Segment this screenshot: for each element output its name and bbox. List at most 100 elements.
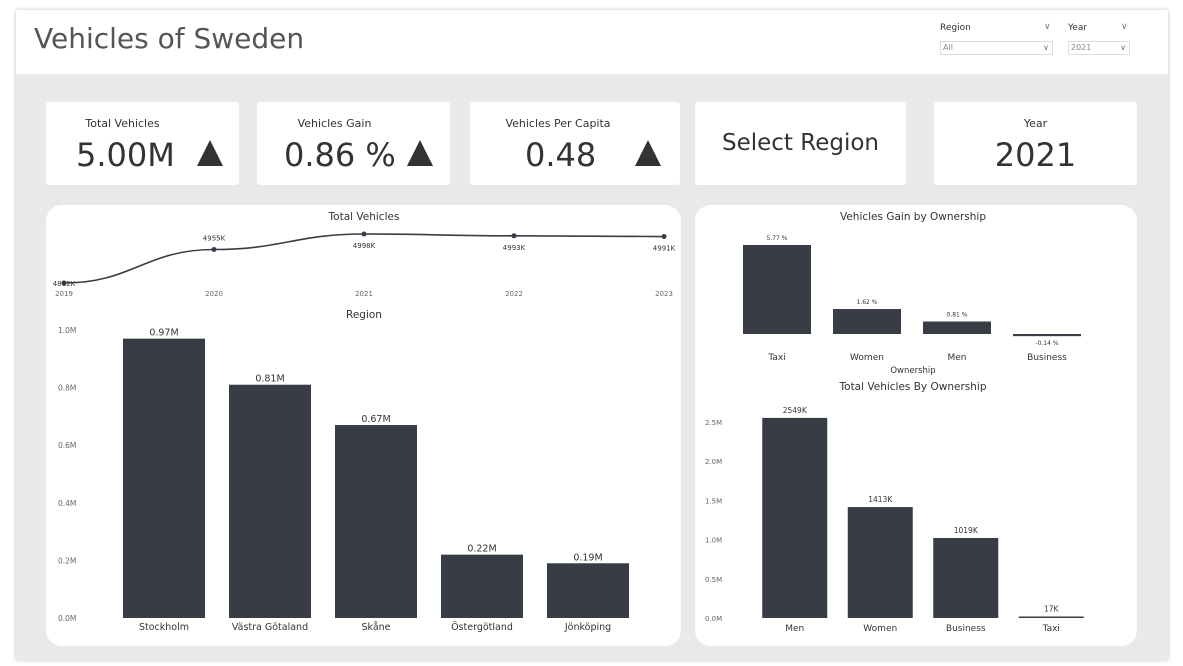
total-vehicles-card: Total Vehicles 5.00M bbox=[46, 102, 239, 185]
ownership-bar[interactable] bbox=[1018, 616, 1084, 619]
region-dropdown-value: All bbox=[943, 43, 953, 52]
region-y-tick: 0.2M bbox=[58, 556, 76, 565]
line-point[interactable] bbox=[511, 233, 517, 239]
ownership-y-tick: 2.0M bbox=[705, 458, 722, 466]
gain-bar[interactable] bbox=[1013, 334, 1081, 337]
region-bar[interactable] bbox=[335, 425, 417, 618]
region-y-tick: 0.4M bbox=[58, 499, 76, 508]
left-charts-svg: Total Vehicles 4862K 2019 4955K 2020 4998K 20… bbox=[53, 211, 676, 633]
gain-bar[interactable] bbox=[833, 309, 901, 334]
region-bar[interactable] bbox=[229, 384, 311, 618]
card-value: 2021 bbox=[994, 136, 1077, 174]
select-region-card: Select Region bbox=[695, 102, 906, 185]
line-data-label: 4991K bbox=[653, 245, 676, 253]
line-x-tick: 2020 bbox=[205, 290, 223, 298]
card-title: Year bbox=[1023, 117, 1048, 130]
chevron-down-icon: ∨ bbox=[1043, 43, 1049, 52]
region-x-tick: Skåne bbox=[361, 622, 390, 633]
line-chart-title: Total Vehicles bbox=[328, 211, 400, 223]
region-bar-label: 0.97M bbox=[149, 328, 178, 339]
gain-bar[interactable] bbox=[743, 245, 811, 334]
gain-bar-label: -0.14 % bbox=[1035, 340, 1058, 347]
up-triangle-icon bbox=[635, 140, 661, 166]
chevron-down-icon[interactable]: ∨ bbox=[1044, 22, 1051, 32]
region-y-tick: 1.0M bbox=[58, 326, 76, 335]
line-x-tick: 2022 bbox=[505, 290, 523, 298]
ownership-bar[interactable] bbox=[762, 417, 828, 618]
year-slicer-label: Year bbox=[1068, 23, 1088, 33]
ownership-bar-label: 1019K bbox=[954, 526, 979, 535]
chevron-down-icon[interactable]: ∨ bbox=[1121, 22, 1128, 32]
chevron-down-icon: ∨ bbox=[1120, 43, 1126, 52]
region-bar[interactable] bbox=[441, 554, 523, 618]
gain-bar-label: 1.62 % bbox=[857, 299, 878, 306]
gain-bar[interactable] bbox=[923, 321, 991, 334]
gain-x-tick: Taxi bbox=[767, 353, 785, 363]
line-data-label: 4955K bbox=[203, 234, 226, 242]
page-title: Vehicles of Sweden bbox=[34, 22, 305, 55]
line-data-label: 4998K bbox=[353, 242, 376, 250]
select-region-text: Select Region bbox=[721, 130, 879, 156]
ownership-x-tick: Men bbox=[785, 624, 804, 634]
ownership-bar[interactable] bbox=[847, 507, 913, 618]
card-value: 0.48 bbox=[525, 136, 597, 174]
line-data-label: 4862K bbox=[53, 280, 76, 288]
line-x-tick: 2023 bbox=[655, 290, 673, 298]
card-title: Total Vehicles bbox=[85, 117, 160, 130]
region-bar-label: 0.67M bbox=[361, 414, 390, 425]
year-card: Year 2021 bbox=[934, 102, 1137, 185]
line-point[interactable] bbox=[211, 246, 217, 252]
region-chart-title: Region bbox=[346, 309, 382, 321]
region-bar[interactable] bbox=[123, 338, 205, 618]
region-bar-label: 0.81M bbox=[255, 374, 284, 385]
gain-chart-xlabel: Ownership bbox=[890, 366, 935, 376]
report-header: Vehicles of Sweden Region ∨ All ∨ Year ∨… bbox=[16, 10, 1168, 74]
up-triangle-icon bbox=[407, 140, 433, 166]
ownership-bar[interactable] bbox=[933, 538, 999, 618]
vehicles-per-capita-card: Vehicles Per Capita 0.48 bbox=[470, 102, 680, 185]
region-slicer-label: Region bbox=[940, 23, 971, 33]
ownership-y-tick: 2.5M bbox=[705, 419, 722, 427]
ownership-chart-title: Total Vehicles By Ownership bbox=[839, 381, 987, 393]
up-triangle-icon bbox=[197, 140, 223, 166]
card-title: Vehicles Per Capita bbox=[505, 117, 611, 130]
ownership-y-tick: 1.0M bbox=[705, 537, 722, 545]
line-x-tick: 2021 bbox=[355, 290, 373, 298]
ownership-y-tick: 1.5M bbox=[705, 497, 722, 505]
ownership-bar-label: 1413K bbox=[868, 495, 893, 504]
region-y-tick: 0.6M bbox=[58, 441, 76, 450]
gain-x-tick: Business bbox=[1027, 353, 1067, 363]
gain-x-tick: Men bbox=[947, 353, 966, 363]
card-value: 5.00M bbox=[76, 136, 175, 174]
region-bar-label: 0.22M bbox=[467, 544, 496, 555]
ownership-y-tick: 0.0M bbox=[705, 615, 722, 623]
report-canvas: Vehicles of Sweden Region ∨ All ∨ Year ∨… bbox=[16, 10, 1168, 660]
gain-x-tick: Women bbox=[850, 353, 884, 363]
line-data-label: 4993K bbox=[503, 244, 526, 252]
ownership-bar-label: 17K bbox=[1044, 605, 1060, 614]
region-bar[interactable] bbox=[547, 563, 629, 618]
year-dropdown-value: 2021 bbox=[1071, 43, 1092, 52]
year-dropdown[interactable]: 2021 ∨ bbox=[1068, 41, 1130, 55]
region-bar-label: 0.19M bbox=[573, 552, 602, 563]
card-value: 0.86 % bbox=[284, 136, 396, 174]
vehicles-gain-card: Vehicles Gain 0.86 % bbox=[257, 102, 450, 185]
ownership-x-tick: Taxi bbox=[1042, 624, 1060, 634]
ownership-bar-label: 2549K bbox=[783, 406, 808, 415]
region-x-tick: Jönköping bbox=[564, 622, 611, 633]
line-point[interactable] bbox=[661, 234, 667, 240]
line-x-tick: 2019 bbox=[55, 290, 73, 298]
region-y-tick: 0.8M bbox=[58, 384, 76, 393]
left-chart-panel: Total Vehicles 4862K 2019 4955K 2020 4998K 20… bbox=[46, 205, 681, 646]
line-point[interactable] bbox=[361, 231, 367, 237]
region-x-tick: Östergötland bbox=[451, 622, 513, 633]
region-y-tick: 0.0M bbox=[58, 614, 76, 623]
ownership-x-tick: Business bbox=[946, 624, 986, 634]
right-chart-panel: Vehicles Gain by Ownership 5.77 % Taxi 1.6… bbox=[695, 205, 1137, 646]
gain-chart-title: Vehicles Gain by Ownership bbox=[840, 211, 986, 223]
region-dropdown[interactable]: All ∨ bbox=[940, 41, 1053, 55]
region-x-tick: Stockholm bbox=[139, 622, 189, 633]
ownership-x-tick: Women bbox=[863, 624, 897, 634]
gain-bar-label: 5.77 % bbox=[767, 235, 788, 242]
ownership-y-tick: 0.5M bbox=[705, 576, 722, 584]
